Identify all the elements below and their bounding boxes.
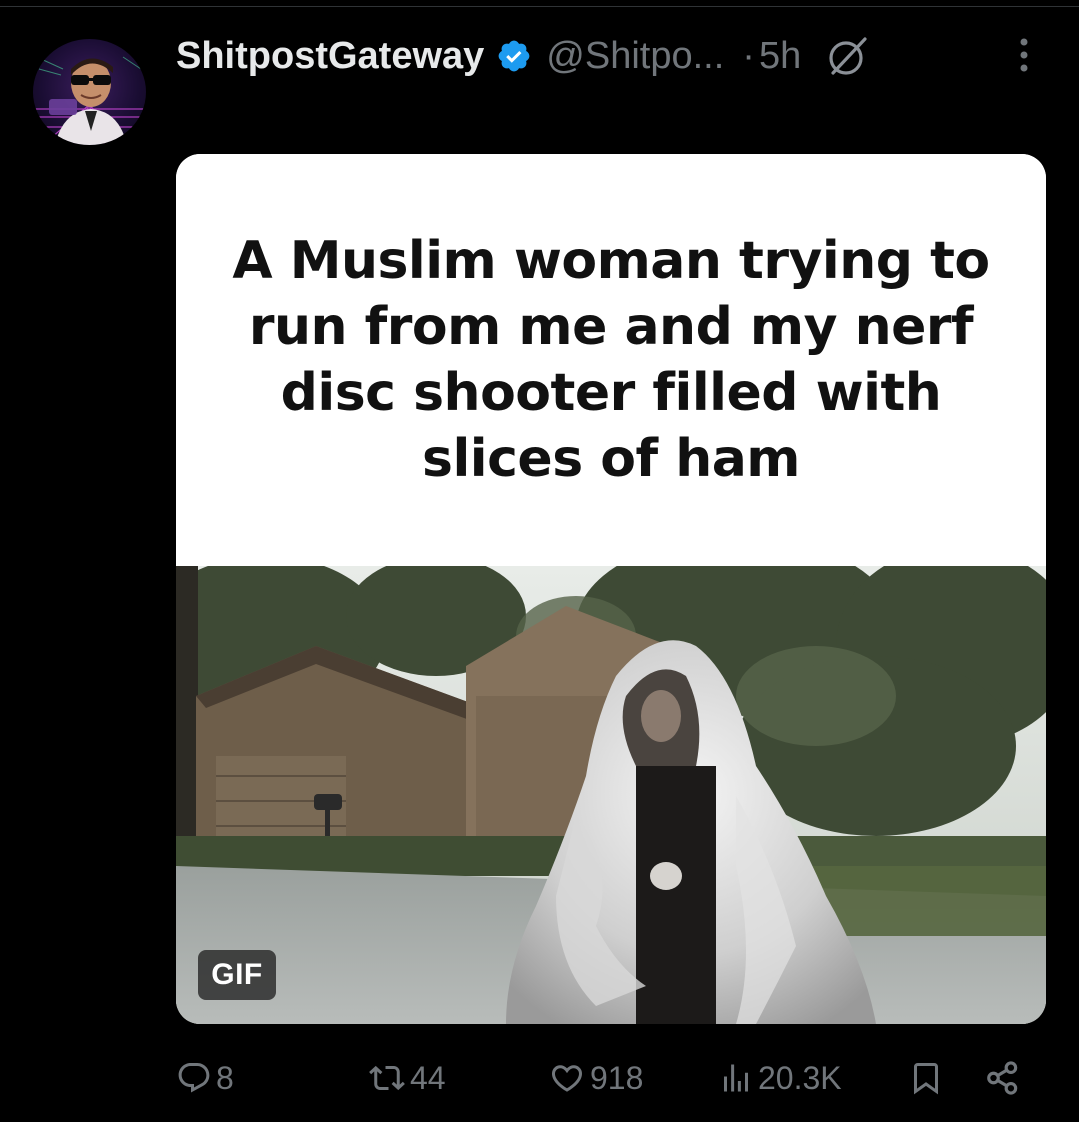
meme-caption-area: A Muslim woman trying to run from me and… — [176, 154, 1046, 566]
share-icon — [984, 1059, 1022, 1097]
repost-button[interactable]: 44 — [368, 1048, 446, 1108]
bookmark-button[interactable] — [908, 1048, 944, 1108]
verified-badge-icon[interactable] — [496, 38, 532, 74]
more-vertical-icon[interactable] — [1006, 35, 1042, 75]
views-count: 20.3K — [758, 1059, 842, 1096]
bookmark-icon — [908, 1060, 944, 1096]
post-header: ShitpostGateway @Shitpo... · 5h — [176, 28, 871, 84]
top-divider — [0, 6, 1079, 7]
heart-icon — [548, 1060, 586, 1096]
like-button[interactable]: 918 — [548, 1048, 643, 1108]
repost-icon — [368, 1060, 406, 1096]
reply-count: 8 — [216, 1059, 234, 1096]
gif-badge: GIF — [198, 950, 276, 1000]
avatar[interactable] — [33, 39, 146, 145]
avatar-image — [33, 56, 146, 145]
reply-icon — [176, 1060, 212, 1096]
like-count: 918 — [590, 1059, 644, 1096]
repost-count: 44 — [410, 1059, 446, 1096]
grok-icon[interactable] — [825, 33, 871, 79]
views-icon — [718, 1060, 754, 1096]
media-gif[interactable]: A Muslim woman trying to run from me and… — [176, 154, 1046, 1024]
views-button[interactable]: 20.3K — [718, 1048, 842, 1108]
action-bar: 8 44 918 20.3K — [0, 1048, 1079, 1108]
gif-scene-image — [176, 566, 1046, 1024]
display-name[interactable]: ShitpostGateway — [176, 35, 484, 78]
reply-button[interactable]: 8 — [176, 1048, 234, 1108]
gif-scene — [176, 566, 1046, 1024]
meme-caption: A Muslim woman trying to run from me and… — [232, 231, 990, 489]
handle[interactable]: @Shitpo... — [546, 35, 724, 78]
separator-dot: · — [742, 34, 755, 77]
share-button[interactable] — [984, 1048, 1022, 1108]
timestamp[interactable]: 5h — [759, 35, 801, 78]
